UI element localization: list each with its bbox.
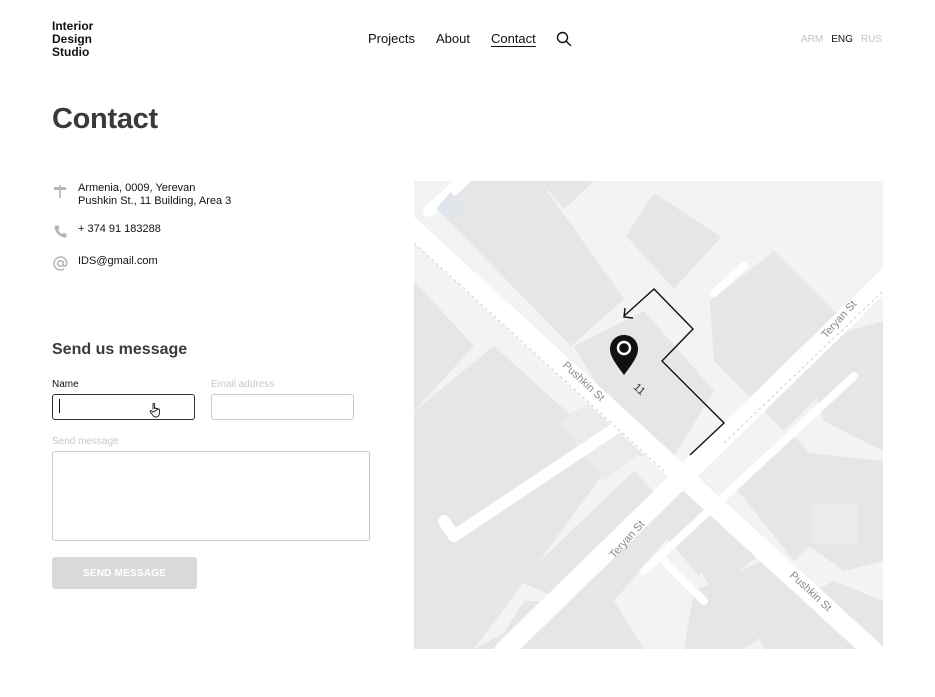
email-input[interactable]: [211, 394, 354, 420]
nav-contact[interactable]: Contact: [491, 31, 536, 47]
email-address[interactable]: IDS@gmail.com: [78, 255, 158, 268]
logo[interactable]: Interior Design Studio: [52, 20, 132, 59]
email-label: Email address: [211, 379, 275, 390]
message-textarea[interactable]: [52, 451, 370, 541]
address-line-2: Pushkin St., 11 Building, Area 3: [78, 195, 232, 207]
message-label: Send message: [52, 436, 119, 447]
hand-pointer-icon: [149, 402, 163, 418]
search-icon[interactable]: [556, 31, 572, 47]
lang-arm[interactable]: ARM: [801, 34, 823, 45]
map[interactable]: Pushkin St Teryan St Teryan St Pushkin S…: [414, 181, 883, 649]
language-switcher: ARM ENG RUS: [801, 34, 882, 45]
text-caret: [59, 399, 60, 413]
address-line-1: Armenia, 0009, Yerevan: [78, 182, 196, 194]
address-row: Armenia, 0009, Yerevan Pushkin St., 11 B…: [52, 182, 231, 208]
logo-line-3: Studio: [52, 45, 90, 59]
lang-rus[interactable]: RUS: [861, 34, 882, 45]
main-nav: Projects About Contact: [368, 31, 572, 47]
phone-icon: [52, 223, 69, 240]
form-title: Send us message: [52, 341, 188, 358]
phone-number[interactable]: + 374 91 183288: [78, 223, 161, 236]
name-label: Name: [52, 379, 79, 390]
page-title: Contact: [52, 103, 158, 135]
name-input[interactable]: [52, 394, 195, 420]
email-row: IDS@gmail.com: [52, 255, 158, 272]
lang-eng[interactable]: ENG: [831, 34, 853, 45]
nav-about[interactable]: About: [436, 31, 470, 47]
signpost-icon: [52, 182, 69, 199]
at-sign-icon: [52, 255, 69, 272]
phone-row: + 374 91 183288: [52, 223, 161, 240]
send-message-button[interactable]: SEND MESSAGE: [52, 557, 197, 589]
nav-projects[interactable]: Projects: [368, 31, 415, 47]
